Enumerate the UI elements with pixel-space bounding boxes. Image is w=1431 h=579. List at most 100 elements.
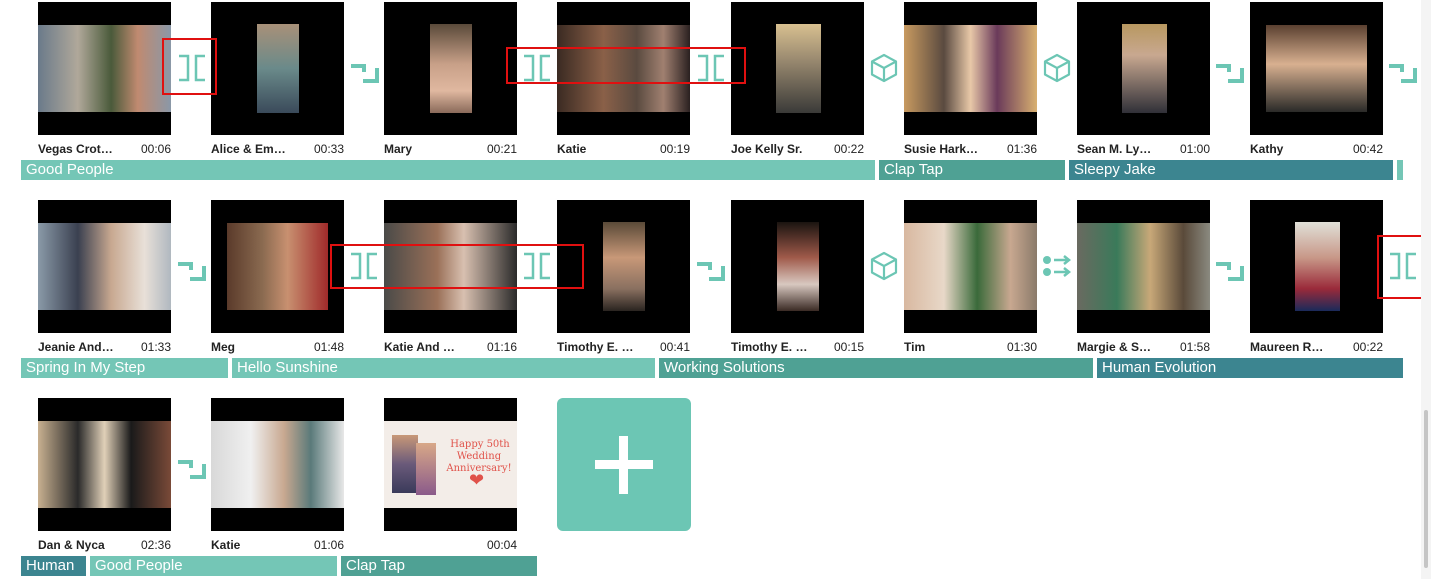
clip-preview-image xyxy=(38,421,171,508)
cube-transition-icon[interactable] xyxy=(868,52,900,84)
clip-info: Dan & Nyca 02:36 xyxy=(38,537,171,553)
music-track[interactable]: Spring In My Step xyxy=(21,358,228,378)
bracket-transition-icon[interactable] xyxy=(348,250,380,282)
clip-duration: 00:22 xyxy=(1352,340,1383,354)
clip-name: Katie And … xyxy=(384,340,455,354)
music-track[interactable]: Clap Tap xyxy=(879,160,1065,180)
title-card-thumbnail[interactable]: Happy 50th Wedding Anniversary! ❤ xyxy=(384,398,517,531)
clip-preview-image xyxy=(1295,222,1340,311)
clip-preview-image xyxy=(776,24,821,113)
music-track[interactable]: Human xyxy=(21,556,86,576)
clip-duration: 00:41 xyxy=(659,340,690,354)
clip-thumbnail[interactable] xyxy=(1077,2,1210,135)
title-card-line: Happy 50th xyxy=(450,439,510,450)
clip-info: Timothy E. … 00:15 xyxy=(731,339,864,355)
clip-thumbnail[interactable] xyxy=(384,200,517,333)
music-track-continuation[interactable] xyxy=(1397,160,1403,180)
clip-duration: 01:06 xyxy=(313,538,344,552)
corner-transition-icon[interactable] xyxy=(1214,252,1246,284)
music-track[interactable]: Human Evolution xyxy=(1097,358,1403,378)
clip-thumbnail[interactable] xyxy=(384,2,517,135)
clip-thumbnail[interactable] xyxy=(38,2,171,135)
music-track[interactable]: Sleepy Jake xyxy=(1069,160,1393,180)
clip-name: Sean M. Ly… xyxy=(1077,142,1152,156)
clip-thumbnail[interactable] xyxy=(211,200,344,333)
corner-transition-icon[interactable] xyxy=(176,450,208,482)
clip-thumbnail[interactable] xyxy=(557,2,690,135)
music-track-title: Human xyxy=(26,557,75,574)
music-track-title: Spring In My Step xyxy=(26,359,146,376)
clip-thumbnail[interactable] xyxy=(731,200,864,333)
clip-thumbnail[interactable] xyxy=(211,398,344,531)
bracket-transition-icon[interactable] xyxy=(521,250,553,282)
clip-info: Alice & Em… 00:33 xyxy=(211,141,344,157)
heart-icon: ❤ xyxy=(469,470,485,490)
clip-duration: 01:16 xyxy=(486,340,517,354)
corner-transition-icon[interactable] xyxy=(1387,54,1419,86)
clip-preview-image xyxy=(777,222,819,311)
music-track[interactable]: Good People xyxy=(90,556,337,576)
corner-transition-icon[interactable] xyxy=(1214,54,1246,86)
corner-transition-icon[interactable] xyxy=(695,252,727,284)
clip-thumbnail[interactable] xyxy=(731,2,864,135)
clip-thumbnail[interactable] xyxy=(1250,2,1383,135)
clip-duration: 01:36 xyxy=(1006,142,1037,156)
clip-preview-image xyxy=(384,223,517,310)
corner-transition-icon[interactable] xyxy=(176,252,208,284)
clip-thumbnail[interactable] xyxy=(38,200,171,333)
music-track[interactable]: Good People xyxy=(21,160,875,180)
bracket-transition-icon[interactable] xyxy=(521,52,553,84)
clip-thumbnail[interactable] xyxy=(904,2,1037,135)
clip-duration: 01:00 xyxy=(1179,142,1210,156)
clip-preview-image xyxy=(211,421,344,508)
music-track[interactable]: Working Solutions xyxy=(659,358,1093,378)
music-track-title: Good People xyxy=(95,557,183,574)
clip-name: Meg xyxy=(211,340,235,354)
clip-info: Katie 01:06 xyxy=(211,537,344,553)
clip-preview-image xyxy=(227,223,328,310)
clip-name: Tim xyxy=(904,340,926,354)
title-card-preview: Happy 50th Wedding Anniversary! ❤ xyxy=(384,421,517,508)
corner-transition-icon[interactable] xyxy=(349,54,381,86)
clip-thumbnail[interactable] xyxy=(211,2,344,135)
clip-info: Tim 01:30 xyxy=(904,339,1037,355)
clip-thumbnail[interactable] xyxy=(38,398,171,531)
clip-info: Katie 00:19 xyxy=(557,141,690,157)
music-track-title: Clap Tap xyxy=(346,557,405,574)
clip-name: Katie xyxy=(557,142,587,156)
clip-name: Vegas Crot… xyxy=(38,142,113,156)
clip-thumbnail[interactable] xyxy=(1077,200,1210,333)
music-track[interactable]: Hello Sunshine xyxy=(232,358,655,378)
scrollbar-thumb[interactable] xyxy=(1424,410,1428,568)
music-track[interactable]: Clap Tap xyxy=(341,556,537,576)
clip-name: Jeanie And… xyxy=(38,340,114,354)
bracket-transition-icon[interactable] xyxy=(1387,250,1419,282)
clip-name: Joe Kelly Sr. xyxy=(731,142,803,156)
clip-name: Timothy E. … xyxy=(557,340,634,354)
cube-transition-icon[interactable] xyxy=(868,250,900,282)
clip-preview-image xyxy=(904,25,1037,112)
clip-info: Vegas Crot… 00:06 xyxy=(38,141,171,157)
clip-info: Susie Hark… 01:36 xyxy=(904,141,1037,157)
clip-preview-image xyxy=(1077,223,1210,310)
clip-preview-image xyxy=(1122,24,1167,113)
bracket-transition-icon[interactable] xyxy=(695,52,727,84)
clip-thumbnail[interactable] xyxy=(904,200,1037,333)
title-card-photo xyxy=(392,435,418,493)
clip-duration: 00:42 xyxy=(1352,142,1383,156)
swap-transition-icon[interactable] xyxy=(1041,250,1073,282)
cube-transition-icon[interactable] xyxy=(1041,52,1073,84)
clip-info: Timothy E. … 00:41 xyxy=(557,339,690,355)
music-track-title: Human Evolution xyxy=(1102,359,1217,376)
music-track-title: Clap Tap xyxy=(884,161,943,178)
music-track-title: Working Solutions xyxy=(664,359,785,376)
clip-thumbnail[interactable] xyxy=(1250,200,1383,333)
clip-preview-image xyxy=(1266,25,1367,112)
bracket-transition-icon[interactable] xyxy=(176,52,208,84)
clip-duration: 00:04 xyxy=(486,538,517,552)
clip-duration: 01:30 xyxy=(1006,340,1037,354)
clip-preview-image xyxy=(257,24,299,113)
add-clip-button[interactable] xyxy=(557,398,691,531)
clip-name: Alice & Em… xyxy=(211,142,286,156)
clip-thumbnail[interactable] xyxy=(557,200,690,333)
